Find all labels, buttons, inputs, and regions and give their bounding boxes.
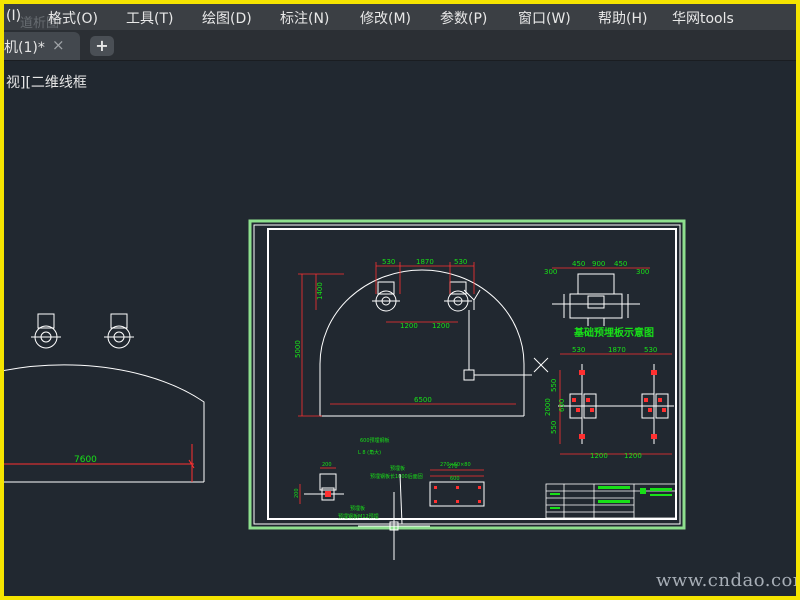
main-arch-outline	[319, 269, 525, 416]
drawing-canvas[interactable]: 7600 530 1870 530 1200 1200 1400 5000 65…	[4, 4, 796, 596]
watermark-text: www.cndao.com	[656, 570, 796, 591]
dim-label: 200	[322, 462, 332, 468]
main-arch-dimensions	[298, 262, 516, 417]
dim-label: 450	[572, 260, 585, 268]
sheet-inner-frame	[267, 228, 677, 520]
dim-label: 1870	[608, 346, 626, 354]
dim-label: 600	[450, 476, 460, 482]
embedded-plate-bolts	[325, 486, 481, 503]
dim-label: 2000	[544, 398, 552, 416]
dim-label: 1870	[416, 258, 434, 266]
left-arch-view	[4, 313, 205, 483]
dim-label: 530	[382, 258, 395, 266]
base-plan-title: 基础预埋板示意图	[573, 326, 654, 339]
note-text: L 8 (角大)	[358, 449, 381, 456]
base-plan-view	[558, 364, 674, 444]
dim-label: 1200	[624, 452, 642, 460]
dim-label: 550	[550, 379, 558, 392]
cad-window: 道析图 (I) 格式(O) 工具(T) 绘图(D) 标注(N) 修改(M) 参数…	[4, 4, 796, 596]
base-section-view	[552, 273, 640, 326]
dim-label: 550	[550, 421, 558, 434]
dim-label: 300	[636, 268, 649, 276]
dim-label: 600	[558, 399, 566, 412]
dim-label: 530	[644, 346, 657, 354]
main-arch-section	[319, 269, 525, 417]
crosshair-cursor	[358, 492, 430, 560]
sheet-outer-frame	[253, 224, 681, 525]
left-arch-dim-label: 7600	[74, 455, 97, 465]
dim-label: 530	[454, 258, 467, 266]
title-block-text-marks	[550, 486, 672, 509]
dim-label: 5000	[294, 340, 302, 358]
dim-label: 1200	[590, 452, 608, 460]
dim-label: 6500	[414, 396, 432, 404]
dim-label: 1200	[400, 322, 418, 330]
dim-label: 1200	[432, 322, 450, 330]
detail-notes: 600预埋钢板 L 8 (角大) 预埋板 预埋钢板长1000后面固 预埋板 预埋…	[338, 437, 423, 520]
base-plan-dim-labels: 530 1870 530 1200 1200 550 600 2000 550	[544, 346, 657, 460]
note-text: 预埋板	[390, 465, 405, 472]
note-text: 预埋板	[350, 505, 365, 512]
left-arch-dimension-line	[4, 444, 195, 482]
base-plan-anchors	[572, 370, 666, 439]
note-text: 预埋钢板M12预埋	[338, 513, 379, 520]
dim-label: 530	[572, 346, 585, 354]
ucs-icon	[463, 310, 549, 381]
note-text: 600预埋钢板	[360, 437, 390, 444]
dim-label: 200	[294, 488, 300, 498]
dim-label: 450	[614, 260, 627, 268]
dim-label: 300	[544, 268, 557, 276]
dim-label: 270×60×80	[440, 462, 471, 468]
dim-label: 1400	[316, 282, 324, 300]
note-text: 预埋钢板长1000后面固	[370, 473, 423, 480]
dim-label: 900	[592, 260, 605, 268]
